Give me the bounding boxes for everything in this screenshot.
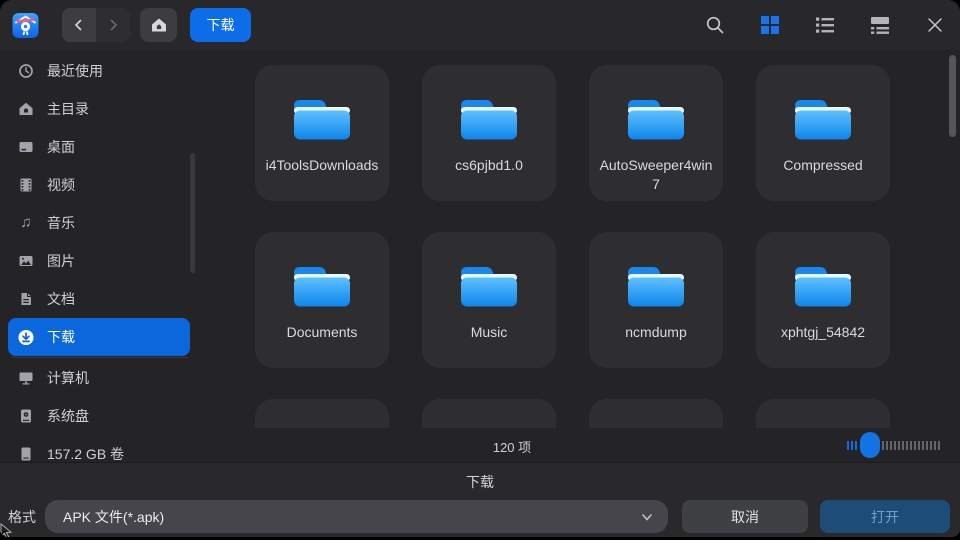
chevron-down-icon [640, 510, 654, 524]
forward-icon [105, 17, 121, 33]
folder-name: xphtgj_54842 [771, 323, 875, 342]
folder-name: ncmdump [615, 323, 696, 342]
sidebar-scrollbar[interactable] [190, 153, 195, 273]
desktop-icon [18, 139, 34, 155]
back-button[interactable] [62, 8, 96, 42]
nav-group [62, 8, 130, 42]
folder-icon [290, 93, 354, 143]
download-icon [18, 329, 34, 345]
sidebar-separator [12, 357, 188, 358]
sidebar-item-label: 157.2 GB 卷 [47, 444, 124, 462]
folder-icon [791, 93, 855, 143]
grid-view-icon [760, 15, 780, 35]
folder-name: i4ToolsDownloads [256, 156, 389, 175]
sidebar-item-label: 计算机 [47, 368, 89, 388]
folder-name: AutoSweeper4win7 [589, 156, 723, 194]
folder-name: Documents [277, 323, 368, 342]
folder-icon [624, 93, 688, 143]
mouse-cursor [0, 523, 12, 537]
content-scrollbar[interactable] [949, 55, 956, 137]
content-view-icon [870, 15, 890, 35]
back-icon [71, 17, 87, 33]
sidebar-item-recent[interactable]: 最近使用 [8, 52, 190, 90]
sidebar-item-home[interactable]: 主目录 [8, 90, 190, 128]
sidebar: 最近使用 主目录 桌面 视频 ♫ 音乐 图片 [0, 52, 200, 462]
app-logo-icon [12, 12, 39, 39]
cancel-button[interactable]: 取消 [682, 500, 808, 533]
sidebar-item-label: 图片 [47, 251, 75, 271]
list-view-icon [815, 15, 835, 35]
system-disk-icon [18, 408, 34, 424]
sidebar-item-label: 下载 [47, 327, 75, 347]
sidebar-item-documents[interactable]: 文档 [8, 280, 190, 318]
sidebar-item-pictures[interactable]: 图片 [8, 242, 190, 280]
dialog-title: 下载 [0, 463, 960, 492]
path-tab-downloads[interactable]: 下载 [190, 8, 251, 42]
sidebar-item-label: 主目录 [47, 99, 89, 119]
sidebar-item-computer[interactable]: 计算机 [8, 359, 190, 397]
folder-icon [624, 260, 688, 310]
sidebar-item-label: 文档 [47, 289, 75, 309]
folder-tile[interactable]: cs6pjbd1.0 [422, 65, 556, 201]
folder-name: cs6pjbd1.0 [445, 156, 533, 175]
list-view-button[interactable] [807, 7, 843, 43]
format-label: 格式 [8, 507, 36, 527]
folder-name: Music [461, 323, 518, 342]
sidebar-item-music[interactable]: ♫ 音乐 [8, 204, 190, 242]
file-grid-area: i4ToolsDownloads cs6pjbd1.0 AutoSweeper4… [200, 52, 960, 462]
open-button[interactable]: 打开 [820, 500, 950, 533]
folder-icon [791, 260, 855, 310]
sidebar-item-label: 视频 [47, 175, 75, 195]
icon-view-button[interactable] [752, 7, 788, 43]
home-icon [18, 101, 34, 117]
folder-tile[interactable]: i4ToolsDownloads [255, 65, 389, 201]
folder-name: Compressed [773, 156, 872, 175]
close-icon [925, 15, 945, 35]
home-icon [150, 16, 168, 34]
search-button[interactable] [697, 7, 733, 43]
dialog-footer: 下载 格式 APK 文件(*.apk) 取消 打开 [0, 462, 960, 537]
sidebar-item-downloads[interactable]: 下载 [8, 318, 190, 356]
slider-ticks-filled [847, 441, 858, 450]
folder-tile[interactable]: ncmdump [589, 232, 723, 368]
folder-tile[interactable]: AutoSweeper4win7 [589, 65, 723, 201]
close-button[interactable] [917, 7, 953, 43]
sidebar-item-label: 桌面 [47, 137, 75, 157]
window-controls [697, 7, 960, 43]
clock-icon [18, 63, 34, 79]
slider-thumb[interactable] [860, 432, 880, 458]
folder-icon [457, 260, 521, 310]
sidebar-item-desktop[interactable]: 桌面 [8, 128, 190, 166]
folder-tile[interactable]: Music [422, 232, 556, 368]
file-dialog-window: 下载 [0, 0, 960, 537]
icon-size-slider[interactable] [847, 432, 942, 458]
sidebar-item-label: 最近使用 [47, 61, 103, 81]
sidebar-item-label: 系统盘 [47, 406, 89, 426]
toolbar: 下载 [0, 0, 960, 50]
slider-ticks [882, 441, 942, 450]
music-icon: ♫ [18, 215, 34, 231]
item-count: 120 项 [493, 437, 531, 456]
folder-icon [457, 93, 521, 143]
home-button[interactable] [140, 8, 177, 42]
pictures-icon [18, 253, 34, 269]
folder-tile[interactable]: xphtgj_54842 [756, 232, 890, 368]
format-select[interactable]: APK 文件(*.apk) [45, 500, 668, 533]
sidebar-item-system-disk[interactable]: 系统盘 [8, 397, 190, 435]
sidebar-item-videos[interactable]: 视频 [8, 166, 190, 204]
volume-icon [18, 446, 34, 462]
computer-icon [18, 370, 34, 386]
sidebar-item-label: 音乐 [47, 213, 75, 233]
folder-tile[interactable]: Documents [255, 232, 389, 368]
video-icon [18, 177, 34, 193]
folder-tile[interactable]: Compressed [756, 65, 890, 201]
folder-icon [290, 260, 354, 310]
status-bar: 120 项 [200, 428, 960, 462]
search-icon [704, 14, 726, 36]
document-icon [18, 291, 34, 307]
sidebar-item-volume[interactable]: 157.2 GB 卷 [8, 435, 190, 462]
forward-button[interactable] [96, 8, 130, 42]
content-view-button[interactable] [862, 7, 898, 43]
format-value: APK 文件(*.apk) [63, 507, 164, 527]
